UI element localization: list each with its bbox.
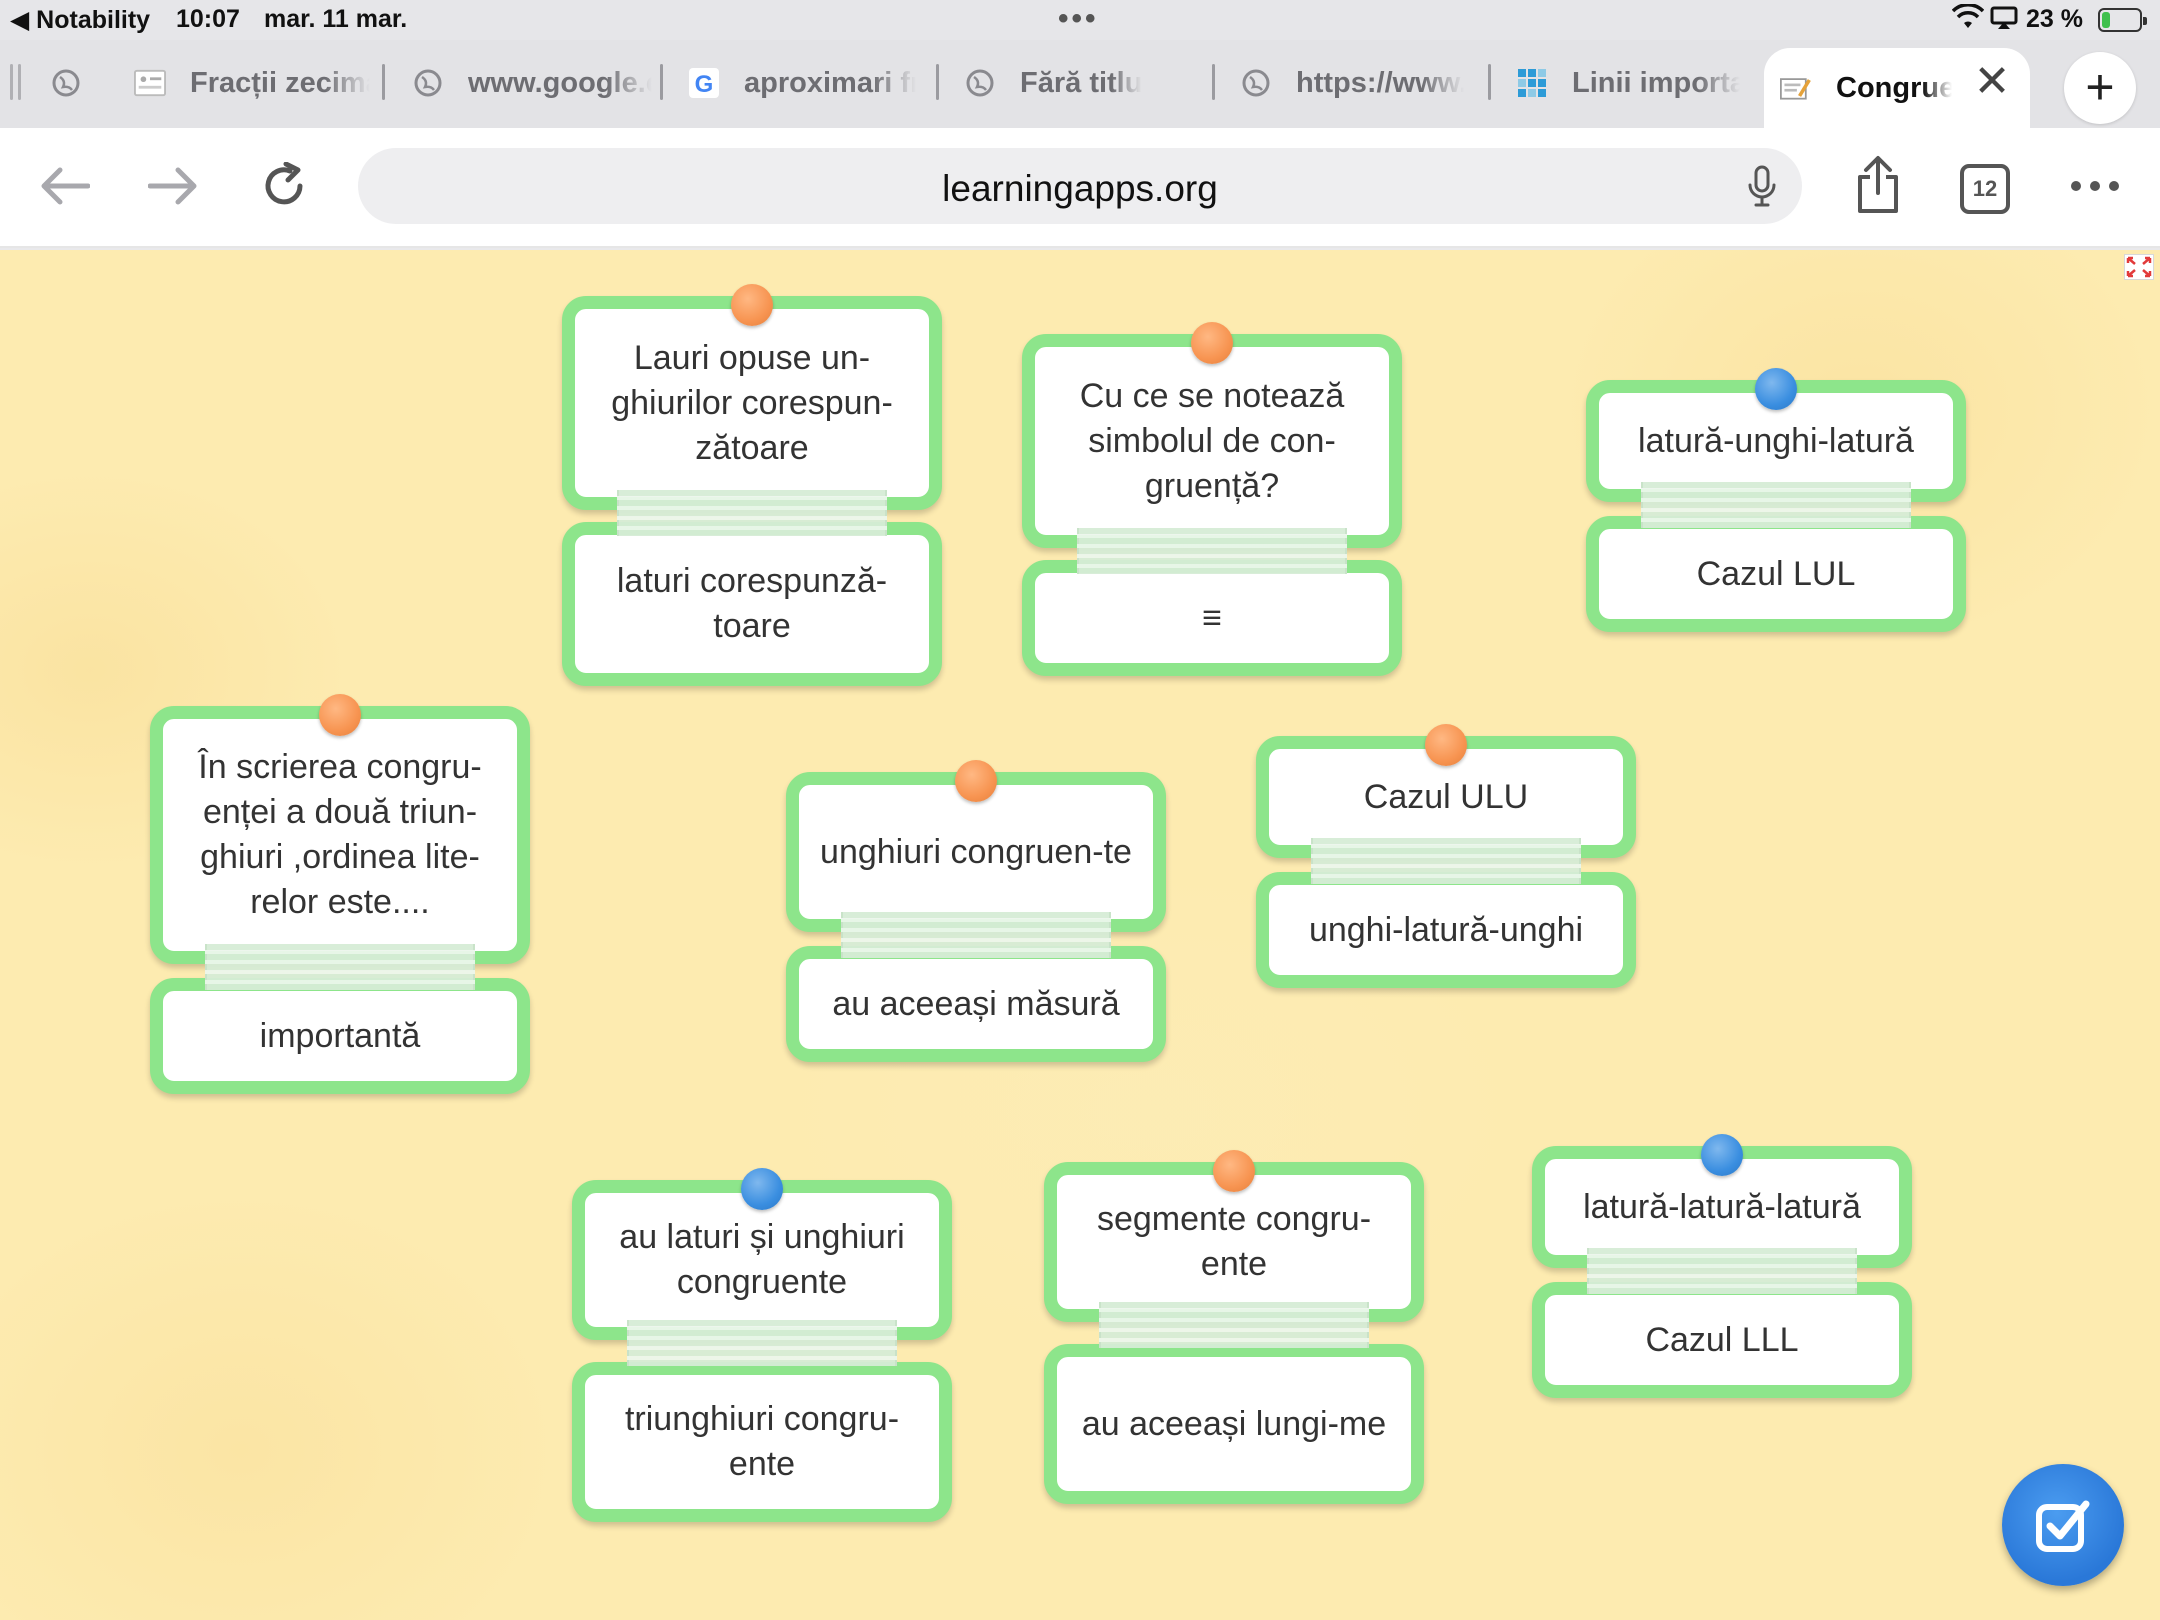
airplay-icon bbox=[1990, 6, 2018, 37]
close-tab-icon[interactable]: ✕ bbox=[1972, 60, 2012, 104]
pin-icon bbox=[1425, 724, 1467, 766]
multitasking-dots-icon[interactable]: ••• bbox=[1058, 2, 1099, 36]
check-answers-button[interactable] bbox=[2002, 1464, 2124, 1586]
reload-icon[interactable] bbox=[254, 156, 314, 216]
wifi-icon bbox=[1951, 3, 1985, 37]
image-favicon-icon bbox=[134, 67, 166, 99]
tab-strip: Fracții zecimale www.google.com G aproxi… bbox=[0, 40, 2160, 128]
pin-icon bbox=[1191, 322, 1233, 364]
status-time: 10:07 bbox=[176, 5, 240, 33]
pin-icon bbox=[1701, 1134, 1743, 1176]
card-match[interactable]: au aceeași măsură bbox=[786, 946, 1166, 1062]
share-icon[interactable] bbox=[1848, 152, 1908, 218]
tape bbox=[1311, 838, 1581, 884]
url-bar[interactable]: learningapps.org bbox=[358, 148, 1802, 224]
globe-icon bbox=[50, 67, 82, 99]
card-pair[interactable]: segmente congru-ente au aceeași lungi-me bbox=[1044, 1150, 1424, 1508]
card-pair[interactable]: unghiuri congruen-te au aceeași măsură bbox=[786, 760, 1166, 1072]
more-options-icon[interactable] bbox=[2070, 166, 2120, 206]
card-match[interactable]: importantă bbox=[150, 978, 530, 1094]
tab-linii-importante[interactable]: Linii importante bbox=[1516, 50, 1740, 116]
pin-icon bbox=[731, 284, 773, 326]
tab-fara-titlu[interactable]: Fără titlu bbox=[964, 50, 1204, 116]
card-pair[interactable]: Cazul ULU unghi-latură-unghi bbox=[1256, 724, 1636, 996]
url-text: learningapps.org bbox=[942, 168, 1218, 209]
tape bbox=[617, 490, 887, 536]
fullscreen-toggle-icon[interactable] bbox=[2124, 254, 2154, 280]
card-pair[interactable]: au laturi și unghiuri congruente triungh… bbox=[572, 1168, 952, 1526]
tape bbox=[1587, 1248, 1857, 1294]
card-match[interactable]: triunghiuri congru-ente bbox=[572, 1362, 952, 1522]
pin-icon bbox=[1213, 1150, 1255, 1192]
tape bbox=[627, 1320, 897, 1366]
tab-aproximari[interactable]: G aproximari fracții bbox=[688, 50, 916, 116]
card-term[interactable]: În scrierea congru-enței a două triun-gh… bbox=[150, 706, 530, 964]
google-icon: G bbox=[688, 67, 720, 99]
battery-level bbox=[2102, 12, 2110, 28]
tape bbox=[1099, 1302, 1369, 1348]
card-pair[interactable]: latură-unghi-latură Cazul LUL bbox=[1586, 368, 1966, 640]
pin-icon bbox=[741, 1168, 783, 1210]
back-to-app-link[interactable]: ◀ Notability bbox=[10, 5, 150, 35]
tab-google[interactable]: www.google.com bbox=[412, 50, 652, 116]
microphone-icon[interactable] bbox=[1740, 164, 1784, 208]
globe-icon bbox=[412, 67, 444, 99]
card-match[interactable]: Cazul LLL bbox=[1532, 1282, 1912, 1398]
card-pair[interactable]: Cu ce se notează simbolul de con-gruență… bbox=[1022, 322, 1402, 684]
card-match[interactable]: unghi-latură-unghi bbox=[1256, 872, 1636, 988]
tab-overview-button[interactable]: 12 bbox=[1960, 164, 2010, 214]
card-match[interactable]: ≡ bbox=[1022, 560, 1402, 676]
pin-icon bbox=[955, 760, 997, 802]
tape bbox=[1077, 528, 1347, 574]
new-tab-button[interactable]: + bbox=[2064, 52, 2136, 124]
globe-icon bbox=[1240, 67, 1272, 99]
tape bbox=[205, 944, 475, 990]
card-term[interactable]: Cu ce se notează simbolul de con-gruență… bbox=[1022, 334, 1402, 548]
card-pair[interactable]: În scrierea congru-enței a două triun-gh… bbox=[150, 694, 530, 1100]
status-bar: ◀ Notability 10:07 mar. 11 mar. ••• 23 % bbox=[0, 0, 2160, 40]
learningapps-favicon-icon bbox=[1780, 72, 1812, 104]
back-arrow-icon[interactable] bbox=[34, 156, 94, 216]
globe-icon bbox=[964, 67, 996, 99]
battery-icon bbox=[2098, 8, 2147, 32]
card-match[interactable]: au aceeași lungi-me bbox=[1044, 1344, 1424, 1504]
battery-percent: 23 % bbox=[2026, 5, 2083, 33]
card-term[interactable]: Lauri opuse un-ghiurilor corespun-zătoar… bbox=[562, 296, 942, 510]
tape bbox=[1641, 482, 1911, 528]
svg-text:G: G bbox=[695, 71, 714, 98]
card-match[interactable]: laturi corespunză-toare bbox=[562, 522, 942, 686]
card-match[interactable]: Cazul LUL bbox=[1586, 516, 1966, 632]
forward-arrow-icon[interactable] bbox=[144, 156, 204, 216]
tape bbox=[841, 912, 1111, 958]
grid-favicon-icon bbox=[1516, 67, 1548, 99]
checkbox-check-icon bbox=[2036, 1500, 2090, 1552]
browser-toolbar: learningapps.org 12 bbox=[0, 128, 2160, 248]
status-date: mar. 11 mar. bbox=[264, 5, 408, 33]
card-pair[interactable]: latură-latură-latură Cazul LLL bbox=[1532, 1134, 1912, 1406]
card-pair[interactable]: Lauri opuse un-ghiurilor corespun-zătoar… bbox=[562, 284, 942, 692]
pin-icon bbox=[319, 694, 361, 736]
pin-icon bbox=[1755, 368, 1797, 410]
tab-fractii-zecimale-label[interactable]: Fracții zecimale bbox=[134, 50, 370, 116]
tab-https[interactable]: https://www. bbox=[1240, 50, 1464, 116]
